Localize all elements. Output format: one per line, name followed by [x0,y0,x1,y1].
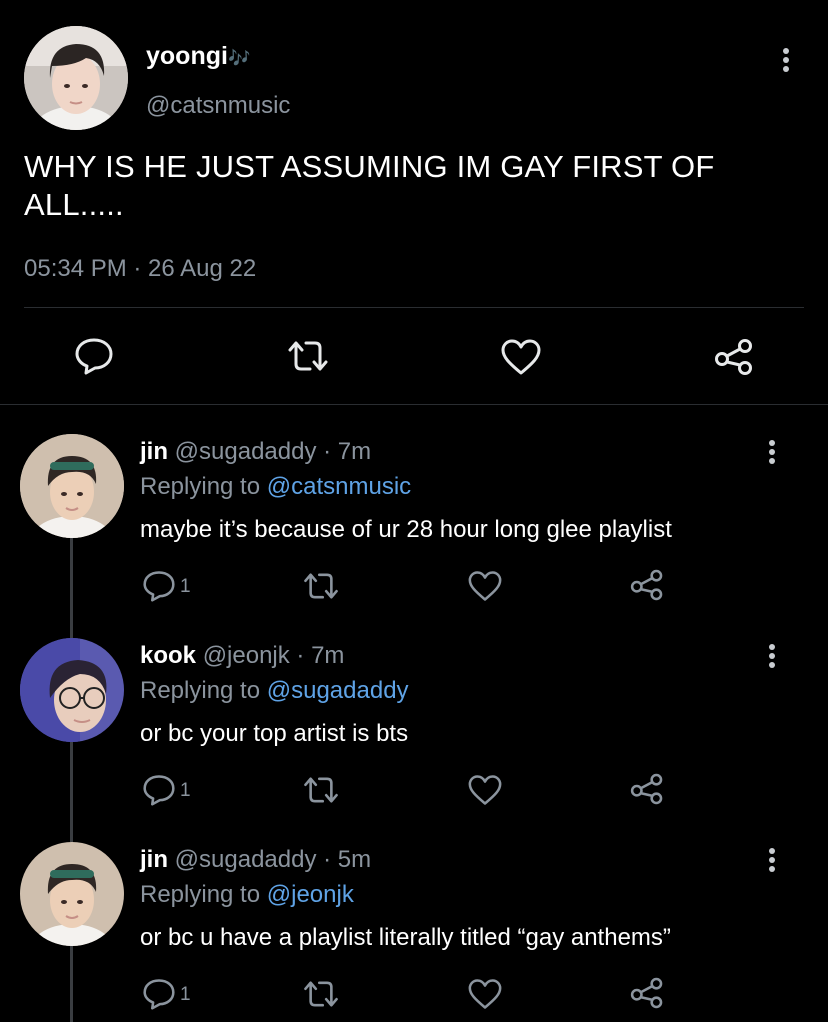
author-name[interactable]: yoongi🎶 [146,42,250,71]
reply-icon[interactable] [142,978,176,1010]
reply-count: 1 [180,780,191,801]
reply-header: jin @sugadaddy · 5m [140,846,371,874]
retweet-icon[interactable] [286,338,330,374]
reply-text: or bc your top artist is bts [140,720,409,747]
reply-text: maybe it’s because of ur 28 hour long gl… [140,516,672,543]
more-options-icon[interactable] [774,44,798,76]
retweet-icon[interactable] [302,978,340,1010]
like-icon[interactable] [467,570,503,602]
replying-to-label: Replying to [140,473,261,500]
reply-header: jin @sugadaddy · 7m [140,438,371,466]
reply-text: or bc u have a playlist literally titled… [140,924,671,951]
tweet-timestamp[interactable]: 05:34 PM · 26 Aug 22 [24,255,256,283]
share-icon[interactable] [630,976,664,1010]
replying-to-label: Replying to [140,677,261,704]
reply-icon[interactable] [74,337,114,375]
reply-header: kook @jeonjk · 7m [140,642,344,670]
reply-count: 1 [180,984,191,1005]
like-icon[interactable] [467,978,503,1010]
replying-to-mention[interactable]: @jeonjk [267,881,354,908]
replying-to: Replying to @sugadaddy [140,677,409,705]
more-options-icon[interactable] [760,436,784,468]
replying-to-mention[interactable]: @sugadaddy [267,677,409,704]
author-handle[interactable]: @catsnmusic [146,92,290,120]
reply-author-name[interactable]: jin [140,846,168,873]
like-icon[interactable] [467,774,503,806]
replying-to: Replying to @catsnmusic [140,473,411,501]
divider [24,307,804,308]
more-options-icon[interactable] [760,844,784,876]
tweet-text: WHY IS HE JUST ASSUMING IM GAY FIRST OF … [24,149,715,222]
reply-count: 1 [180,576,191,597]
reply-avatar[interactable] [20,638,124,742]
author-name-text: yoongi [146,42,228,70]
thread-line [70,946,73,1022]
share-icon[interactable] [714,337,754,377]
reply-meta: @sugadaddy · 5m [174,846,372,873]
retweet-icon[interactable] [302,774,340,806]
retweet-icon[interactable] [302,570,340,602]
replying-to-label: Replying to [140,881,261,908]
reply-meta: @sugadaddy · 7m [174,438,372,465]
reply-avatar[interactable] [20,842,124,946]
replying-to: Replying to @jeonjk [140,881,354,909]
thread-line [70,742,73,842]
share-icon[interactable] [630,772,664,806]
like-icon[interactable] [500,338,542,376]
reply-meta: @jeonjk · 7m [202,642,345,669]
more-options-icon[interactable] [760,640,784,672]
thread-line [70,538,73,638]
music-note-emoji: 🎶 [227,48,251,68]
divider [0,404,828,405]
replying-to-mention[interactable]: @catsnmusic [267,473,411,500]
main-avatar[interactable] [24,26,128,130]
reply-icon[interactable] [142,774,176,806]
reply-author-name[interactable]: kook [140,642,196,669]
share-icon[interactable] [630,568,664,602]
reply-avatar[interactable] [20,434,124,538]
reply-author-name[interactable]: jin [140,438,168,465]
reply-icon[interactable] [142,570,176,602]
